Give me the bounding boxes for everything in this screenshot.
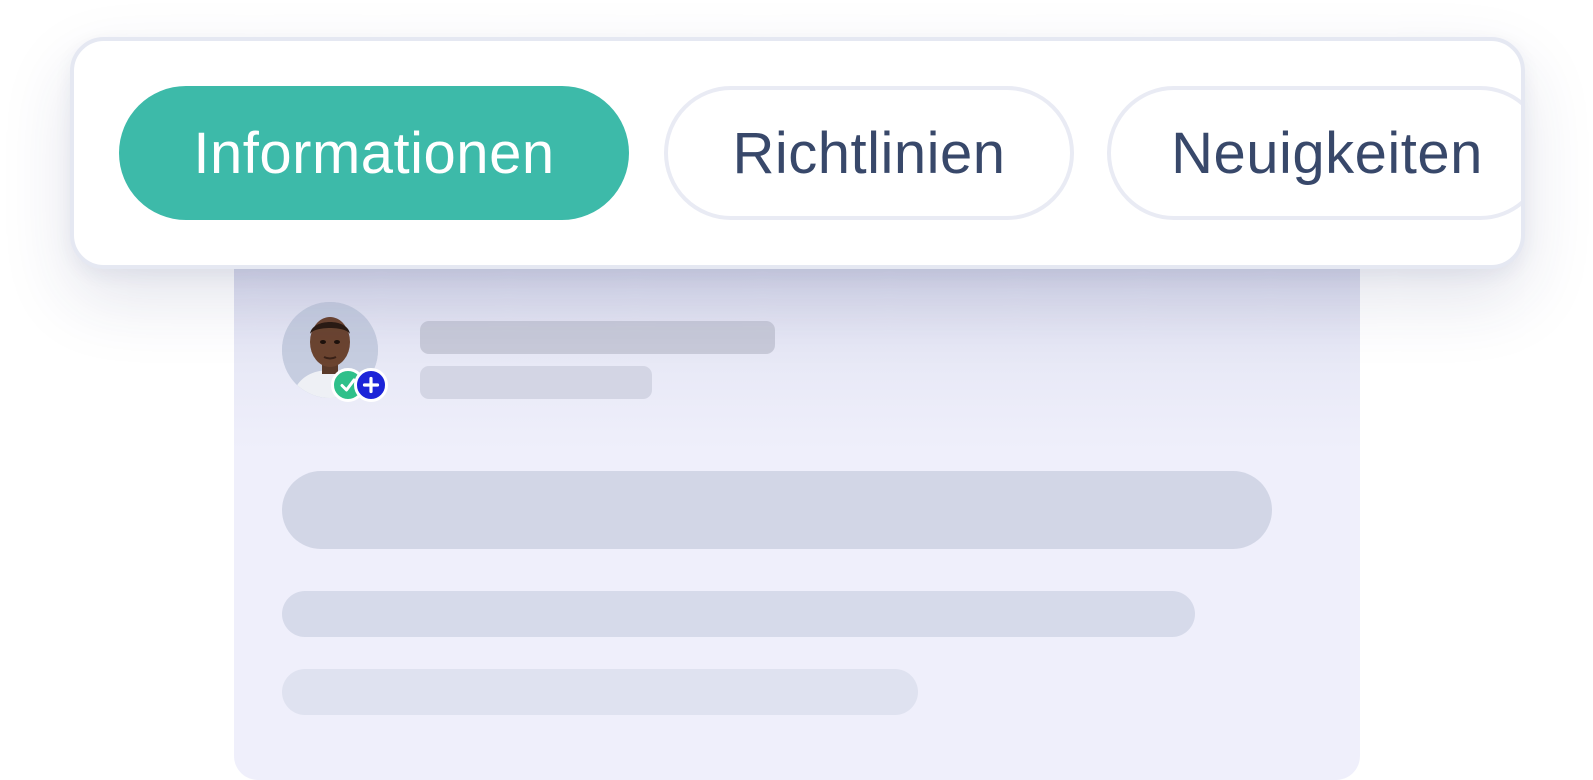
skeleton-line [282,669,918,715]
avatar-group [282,302,402,402]
profile-card [234,230,1360,780]
skeleton-name [420,321,775,354]
add-badge[interactable] [354,368,388,402]
tab-informationen[interactable]: Informationen [119,86,629,220]
tab-neuigkeiten[interactable]: Neuigkeiten [1107,86,1521,220]
skeleton-subtitle [420,366,652,399]
tab-richtlinien[interactable]: Richtlinien [664,86,1074,220]
plus-icon [362,376,380,394]
tab-bar: Informationen Richtlinien Neuigkeiten [70,37,1525,269]
skeleton-input [282,471,1272,549]
stage: Informationen Richtlinien Neuigkeiten [0,0,1593,780]
skeleton-line [282,591,1195,637]
